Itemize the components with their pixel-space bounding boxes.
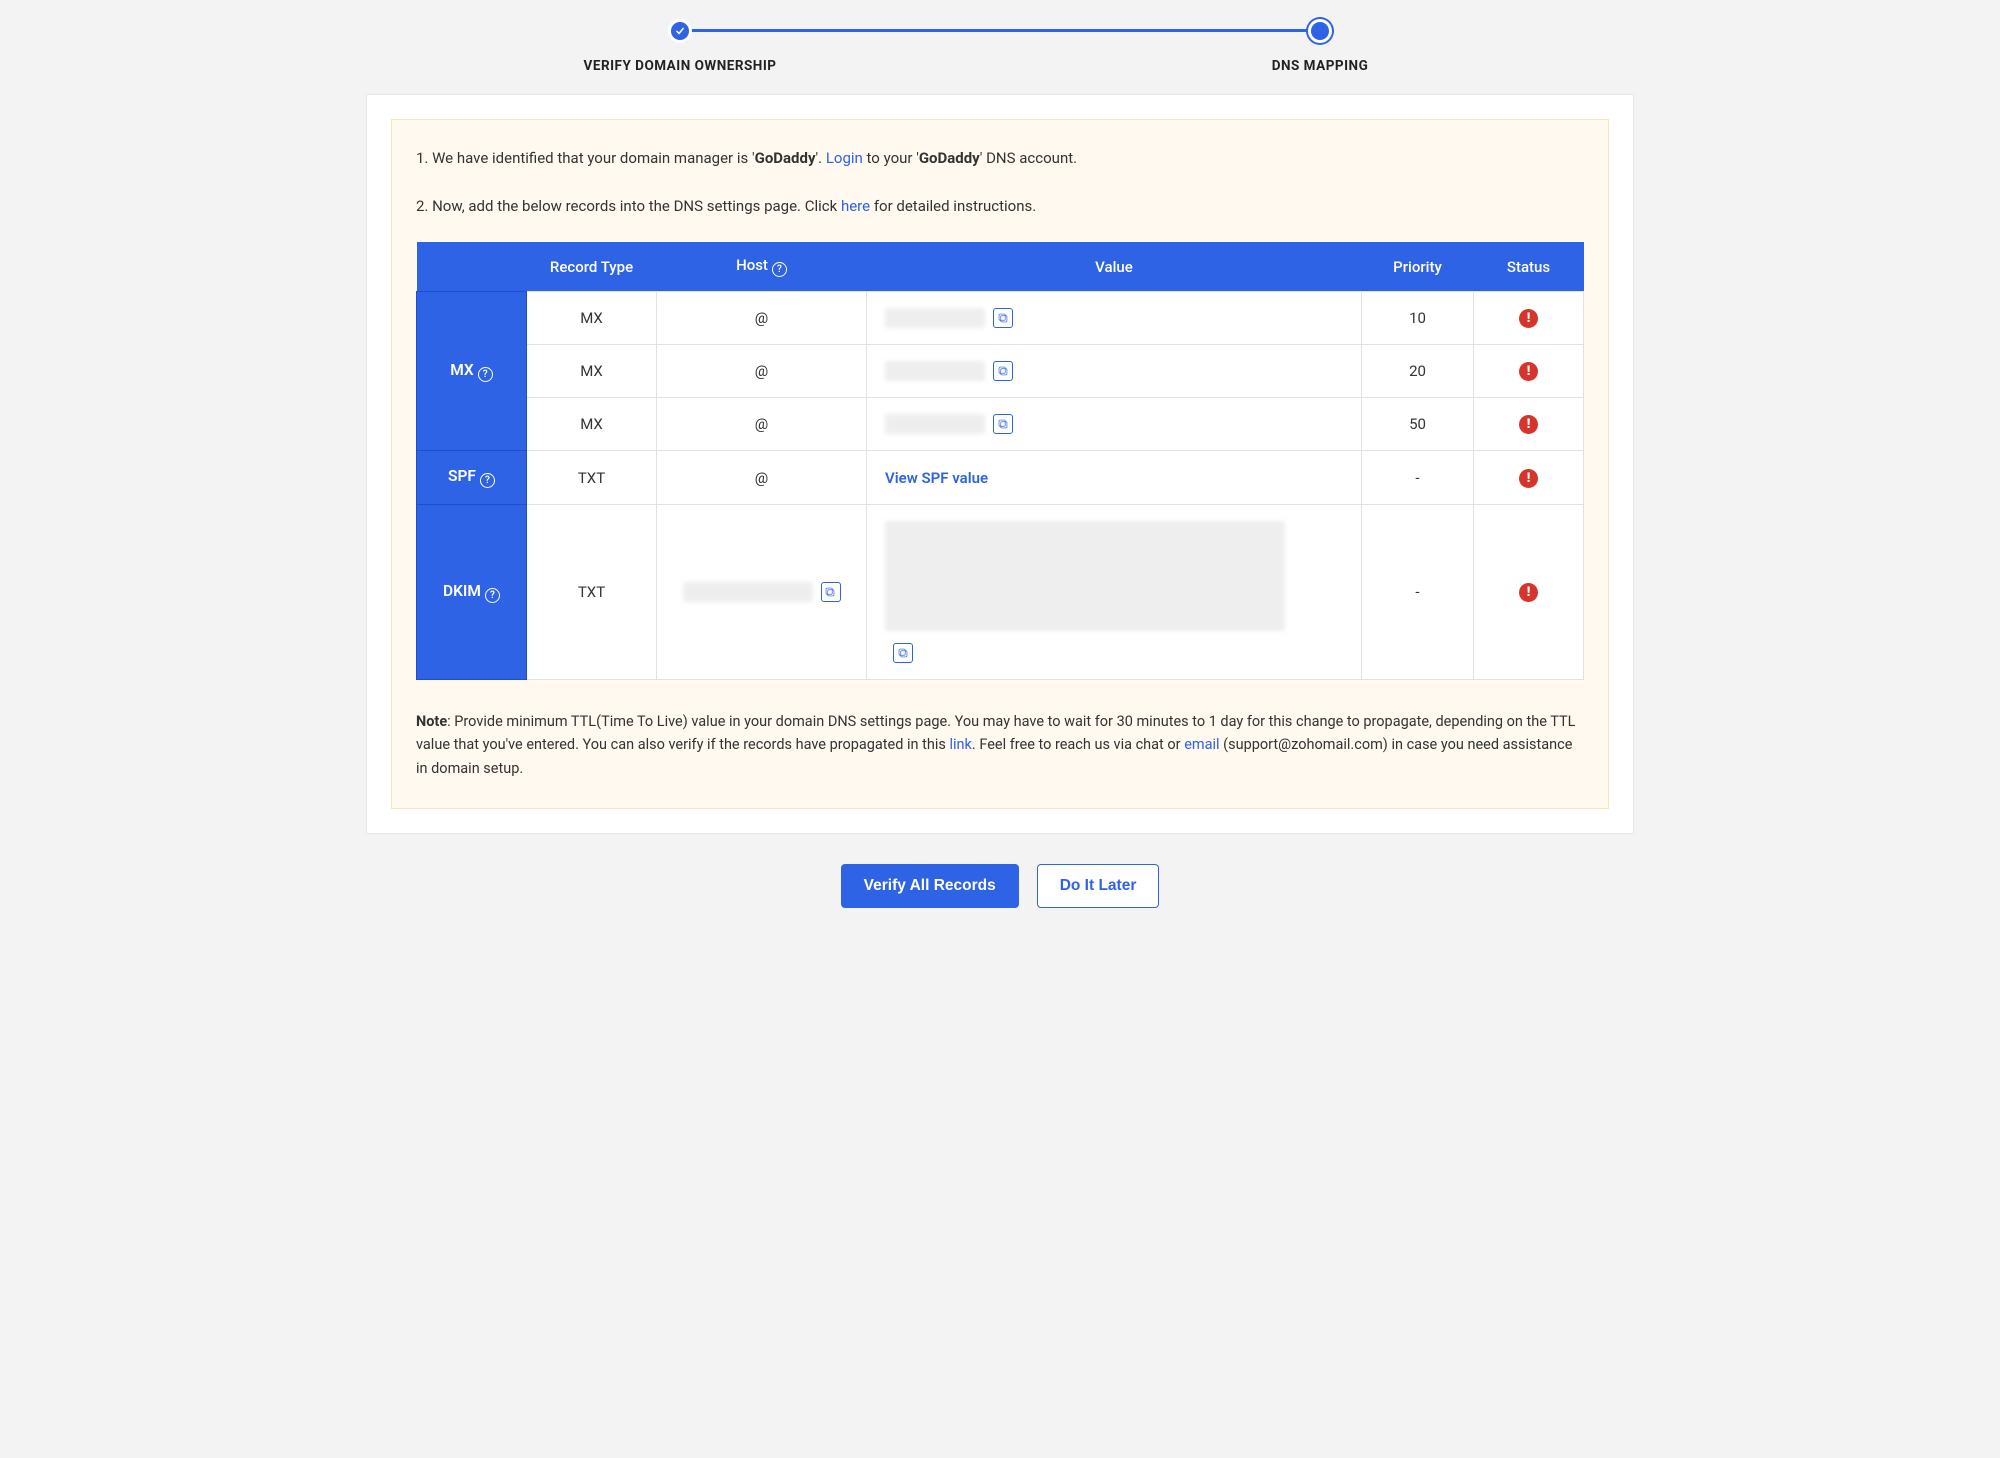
note-text: Note: Provide minimum TTL(Time To Live) …: [416, 710, 1584, 780]
provider-name: GoDaddy: [755, 149, 816, 167]
instruction-line-1: 1. We have identified that your domain m…: [416, 146, 1584, 170]
main-panel: 1. We have identified that your domain m…: [366, 94, 1634, 834]
cell-host: @: [657, 398, 867, 451]
col-status: Status: [1474, 242, 1584, 292]
instruction-notice: 1. We have identified that your domain m…: [391, 119, 1609, 809]
page-container: VERIFY DOMAIN OWNERSHIP DNS MAPPING 1. W…: [360, 0, 1640, 926]
redacted-value: [885, 414, 985, 434]
error-icon: !: [1519, 469, 1538, 488]
copy-icon[interactable]: [993, 414, 1013, 434]
verify-all-button[interactable]: Verify All Records: [841, 864, 1019, 908]
error-icon: !: [1519, 415, 1538, 434]
table-row: MX @ 50 !: [417, 398, 1584, 451]
instruction-line-2: 2. Now, add the below records into the D…: [416, 194, 1584, 218]
help-icon[interactable]: ?: [478, 367, 493, 382]
copy-icon[interactable]: [821, 582, 841, 602]
error-icon: !: [1519, 362, 1538, 381]
provider-name: GoDaddy: [919, 149, 980, 167]
col-host: Host?: [657, 242, 867, 292]
col-priority: Priority: [1362, 242, 1474, 292]
copy-icon[interactable]: [893, 643, 913, 663]
cell-record-type: TXT: [527, 451, 657, 505]
text: to your ': [863, 149, 919, 167]
redacted-value: [885, 308, 985, 328]
error-icon: !: [1519, 309, 1538, 328]
cell-value: [867, 292, 1362, 345]
table-header-row: Record Type Host? Value Priority Status: [417, 242, 1584, 292]
group-mx: MX?: [417, 292, 527, 451]
cell-value: [867, 505, 1362, 680]
text: ' DNS account.: [980, 149, 1077, 167]
step-dns-mapping: DNS MAPPING: [1000, 22, 1640, 74]
do-it-later-button[interactable]: Do It Later: [1037, 864, 1160, 908]
here-link[interactable]: here: [841, 197, 870, 215]
cell-status: !: [1474, 345, 1584, 398]
cell-priority: -: [1362, 505, 1474, 680]
propagation-link[interactable]: link: [949, 736, 971, 753]
text: 1. We have identified that your domain m…: [416, 149, 755, 167]
text: Host: [736, 256, 768, 274]
error-icon: !: [1519, 583, 1538, 602]
table-row: SPF? TXT @ View SPF value - !: [417, 451, 1584, 505]
step-label: DNS MAPPING: [1272, 58, 1369, 74]
cell-value: View SPF value: [867, 451, 1362, 505]
text: MX: [450, 361, 474, 379]
cell-status: !: [1474, 292, 1584, 345]
cell-status: !: [1474, 398, 1584, 451]
cell-value: [867, 398, 1362, 451]
cell-host: @: [657, 345, 867, 398]
cell-host: @: [657, 292, 867, 345]
cell-priority: 10: [1362, 292, 1474, 345]
copy-icon[interactable]: [993, 361, 1013, 381]
table-row: MX? MX @ 10 !: [417, 292, 1584, 345]
step-active-icon: [1311, 22, 1329, 40]
login-link[interactable]: Login: [826, 149, 863, 167]
note-bold: Note: [416, 713, 447, 730]
view-spf-link[interactable]: View SPF value: [885, 469, 988, 487]
cell-record-type: MX: [527, 292, 657, 345]
help-icon[interactable]: ?: [480, 473, 495, 488]
table-row: DKIM? TXT - !: [417, 505, 1584, 680]
cell-priority: -: [1362, 451, 1474, 505]
cell-value: [867, 345, 1362, 398]
redacted-value: [885, 361, 985, 381]
cell-priority: 20: [1362, 345, 1474, 398]
cell-status: !: [1474, 451, 1584, 505]
cell-record-type: MX: [527, 345, 657, 398]
redacted-value: [683, 582, 813, 602]
text: '.: [816, 149, 826, 167]
text: . Feel free to reach us via chat or: [972, 736, 1184, 753]
group-dkim: DKIM?: [417, 505, 527, 680]
step-verify-domain: VERIFY DOMAIN OWNERSHIP: [360, 22, 1000, 74]
redacted-value: [885, 521, 1285, 631]
dns-records-table: Record Type Host? Value Priority Status …: [416, 242, 1584, 680]
text: for detailed instructions.: [870, 197, 1036, 215]
step-label: VERIFY DOMAIN OWNERSHIP: [584, 58, 777, 74]
cell-priority: 50: [1362, 398, 1474, 451]
cell-host: [657, 505, 867, 680]
col-value: Value: [867, 242, 1362, 292]
help-icon[interactable]: ?: [772, 262, 787, 277]
text: 2. Now, add the below records into the D…: [416, 197, 841, 215]
group-spf: SPF?: [417, 451, 527, 505]
cell-status: !: [1474, 505, 1584, 680]
table-row: MX @ 20 !: [417, 345, 1584, 398]
copy-icon[interactable]: [993, 308, 1013, 328]
help-icon[interactable]: ?: [485, 588, 500, 603]
cell-record-type: TXT: [527, 505, 657, 680]
text: SPF: [448, 467, 476, 485]
action-bar: Verify All Records Do It Later: [360, 834, 1640, 926]
text: DKIM: [443, 582, 481, 600]
col-record-type: Record Type: [527, 242, 657, 292]
cell-record-type: MX: [527, 398, 657, 451]
step-complete-icon: [671, 22, 689, 40]
col-blank: [417, 242, 527, 292]
cell-host: @: [657, 451, 867, 505]
email-link[interactable]: email: [1184, 736, 1219, 753]
stepper: VERIFY DOMAIN OWNERSHIP DNS MAPPING: [360, 0, 1640, 90]
